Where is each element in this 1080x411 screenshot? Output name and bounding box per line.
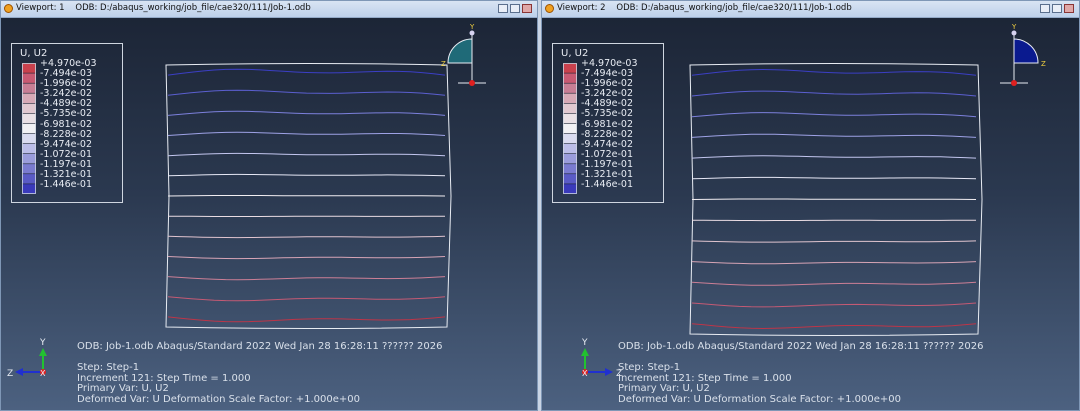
- viewport-1[interactable]: Viewport: 1 ODB: D:/abaqus_working/job_f…: [0, 0, 538, 411]
- contour-line: [691, 112, 977, 118]
- viewport-canvas[interactable]: U, U2 +4.970e-03 -7.494e-03 -1.996e-02 -…: [542, 18, 1079, 410]
- contour-line: [691, 133, 977, 138]
- contour-line: [167, 173, 446, 177]
- info-header: ODB: Job-1.odb Abaqus/Standard 2022 Wed …: [77, 341, 443, 353]
- triad-y-label: Y: [39, 338, 46, 348]
- mini-triad-y-label: Y: [469, 23, 475, 31]
- contour-line: [691, 302, 977, 308]
- contour-line: [691, 281, 977, 286]
- contour-line: [167, 195, 446, 197]
- mini-triad-cap: [1013, 38, 1039, 64]
- contour-line: [691, 240, 977, 243]
- contour-line: [167, 110, 446, 116]
- contour-line: [167, 235, 446, 239]
- mini-triad-y-label: Y: [1011, 23, 1017, 31]
- contour-line: [691, 90, 977, 97]
- info-odb-line: ODB: Job-1.odb Abaqus/Standard 2022 Wed …: [618, 341, 984, 352]
- info-block: Step: Step-1 Increment 121: Step Time = …: [77, 362, 360, 405]
- viewport-title: Viewport: 2 ODB: D:/abaqus_working/job_f…: [557, 3, 852, 13]
- contour-line: [691, 323, 977, 330]
- info-primary-var: Primary Var: U, U2: [618, 383, 710, 394]
- close-icon[interactable]: [522, 4, 532, 13]
- triad-y-arrow: [581, 348, 589, 356]
- info-step: Step: Step-1: [77, 362, 140, 373]
- triad-z-arrow: [15, 368, 23, 376]
- maximize-icon[interactable]: [510, 4, 520, 13]
- contour-line: [167, 131, 446, 136]
- contour-line: [691, 261, 977, 265]
- info-header: ODB: Job-1.odb Abaqus/Standard 2022 Wed …: [618, 341, 984, 353]
- contour-line: [167, 296, 446, 302]
- mini-triad-y-marker: [469, 30, 475, 36]
- minimize-icon[interactable]: [498, 4, 508, 13]
- contour-line: [691, 68, 977, 76]
- info-odb-line: ODB: Job-1.odb Abaqus/Standard 2022 Wed …: [77, 341, 443, 352]
- mini-triad-z-label: Z: [1041, 60, 1046, 68]
- viewport-2[interactable]: Viewport: 2 ODB: D:/abaqus_working/job_f…: [541, 0, 1080, 411]
- info-block: Step: Step-1 Increment 121: Step Time = …: [618, 362, 901, 405]
- viewport-titlebar[interactable]: Viewport: 2 ODB: D:/abaqus_working/job_f…: [542, 1, 1079, 18]
- mini-triad-y-marker: [1011, 30, 1017, 36]
- triad-y-arrow: [39, 348, 47, 356]
- info-step: Step: Step-1: [618, 362, 681, 373]
- viewport-title: Viewport: 1 ODB: D:/abaqus_working/job_f…: [16, 3, 311, 13]
- close-icon[interactable]: [1064, 4, 1074, 13]
- contour-line: [167, 316, 446, 323]
- maximize-icon[interactable]: [1052, 4, 1062, 13]
- contour-line: [691, 155, 977, 159]
- abaqus-icon: [4, 4, 13, 13]
- mini-triad-cap: [447, 38, 473, 64]
- viewport-canvas[interactable]: U, U2 +4.970e-03 -7.494e-03 -1.996e-02 -…: [1, 18, 537, 410]
- triad-x-label: X: [40, 369, 46, 378]
- info-deformed-var: Deformed Var: U Deformation Scale Factor…: [77, 393, 360, 405]
- contour-line: [167, 276, 446, 281]
- abaqus-icon: [545, 4, 554, 13]
- info-primary-var: Primary Var: U, U2: [77, 383, 169, 394]
- contour-line: [167, 89, 446, 96]
- viewport-titlebar[interactable]: Viewport: 1 ODB: D:/abaqus_working/job_f…: [1, 1, 537, 18]
- contour-line: [691, 176, 977, 180]
- triad-z-arrow: [605, 368, 613, 376]
- triad-x-label: X: [582, 369, 588, 378]
- mini-triad-z-label: Z: [441, 60, 446, 68]
- triad-y-label: Y: [581, 338, 588, 348]
- mini-triad-origin: [469, 80, 475, 86]
- contour-line: [167, 152, 446, 157]
- contour-line: [691, 198, 977, 200]
- info-deformed-var: Deformed Var: U Deformation Scale Factor…: [618, 393, 901, 405]
- contour-line: [167, 256, 446, 260]
- mini-triad-origin: [1011, 80, 1017, 86]
- minimize-icon[interactable]: [1040, 4, 1050, 13]
- triad-z-label: Z: [7, 369, 13, 379]
- contour-line: [167, 68, 446, 76]
